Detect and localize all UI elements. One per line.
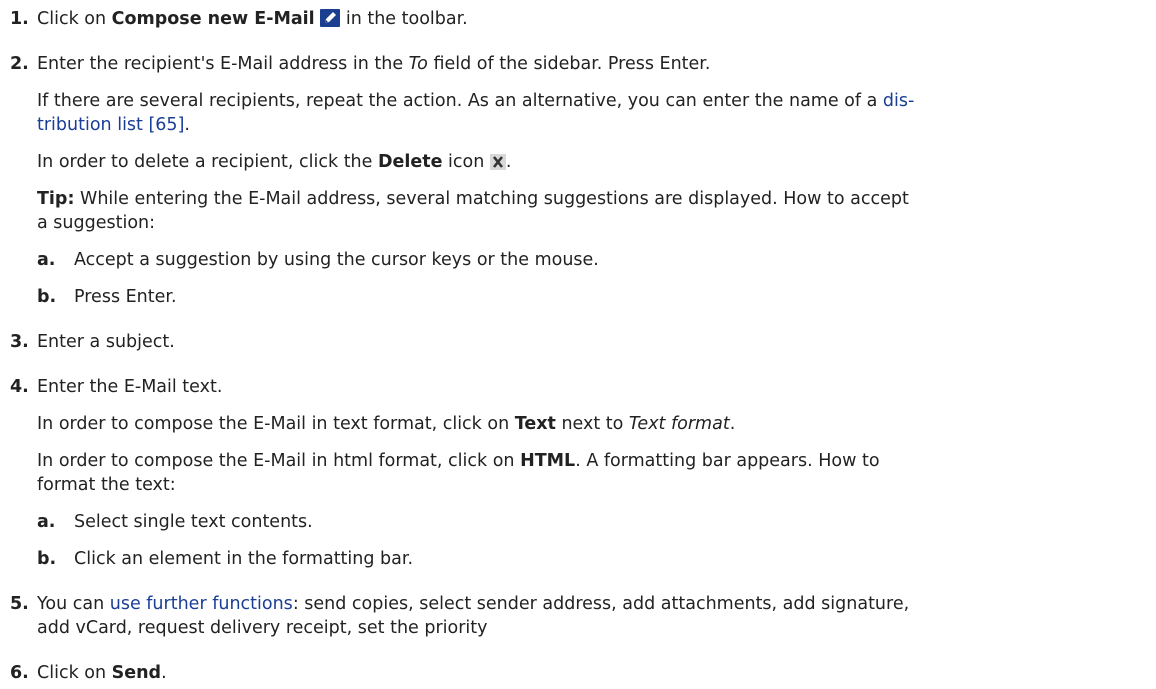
step-text: Enter the E-Mail text. xyxy=(37,377,223,397)
step-text: . xyxy=(505,152,512,172)
tip-text: a suggestion: xyxy=(37,213,156,233)
substep-text: Click an element in the formatting bar. xyxy=(74,549,414,569)
instruction-document: 1. Click on Compose new E-Mail in the to… xyxy=(0,0,1156,689)
tip-label: Tip: xyxy=(37,189,75,209)
compose-label: Compose new E-Mail xyxy=(111,9,315,29)
step-text: icon xyxy=(442,152,490,172)
step-number: 2. xyxy=(10,54,29,74)
step-text: In order to compose the E-Mail in text f… xyxy=(37,414,515,434)
step-text: In order to compose the E-Mail in html f… xyxy=(37,451,521,471)
text-option-label: Text xyxy=(514,414,556,434)
text-format-label: Text format xyxy=(628,414,730,434)
step-text: format the text: xyxy=(37,475,176,495)
step-text: . xyxy=(729,414,736,434)
substep-text: Press Enter. xyxy=(74,287,177,307)
delete-label: Delete xyxy=(377,152,443,172)
substep-label: a. xyxy=(37,512,56,532)
distribution-list-link-continued[interactable]: tribution list [65] xyxy=(37,115,184,135)
html-option-label: HTML xyxy=(520,451,576,471)
step-text: : send copies, select sender address, ad… xyxy=(292,594,910,614)
step-text: You can xyxy=(37,594,110,614)
step-text: Click on xyxy=(37,663,112,683)
step-text: next to xyxy=(555,414,629,434)
step-number: 5. xyxy=(10,594,29,614)
tip-text: While entering the E-Mail address, sever… xyxy=(74,189,909,209)
step-number: 3. xyxy=(10,332,29,352)
step-text: field of the sidebar. Press Enter. xyxy=(427,54,711,74)
step-text: add vCard, request delivery receipt, set… xyxy=(37,618,488,638)
step-number: 4. xyxy=(10,377,29,397)
substep-text: Accept a suggestion by using the cursor … xyxy=(74,250,599,270)
step-text: . A formatting bar appears. How to xyxy=(575,451,880,471)
step-text: Enter a subject. xyxy=(37,332,175,352)
step-text: . xyxy=(184,115,190,135)
step-text: Enter the recipient's E-Mail address in … xyxy=(37,54,409,74)
step-text: If there are several recipients, repeat … xyxy=(37,91,883,111)
substep-label: b. xyxy=(37,287,57,307)
delete-x-icon xyxy=(489,153,506,177)
send-label: Send xyxy=(111,663,162,683)
step-text: Click on xyxy=(37,9,112,29)
pencil-icon xyxy=(320,9,341,34)
to-field-label: To xyxy=(408,54,428,74)
substep-label: a. xyxy=(37,250,56,270)
distribution-list-link[interactable]: dis- xyxy=(883,91,914,111)
step-number: 1. xyxy=(10,9,29,29)
step-number: 6. xyxy=(10,663,29,683)
further-functions-link[interactable]: use further functions xyxy=(110,594,293,614)
substep-text: Select single text contents. xyxy=(74,512,313,532)
step-text-end: in the toolbar. xyxy=(340,9,468,29)
step-text: In order to delete a recipient, click th… xyxy=(37,152,378,172)
step-text: . xyxy=(161,663,167,683)
substep-label: b. xyxy=(37,549,57,569)
